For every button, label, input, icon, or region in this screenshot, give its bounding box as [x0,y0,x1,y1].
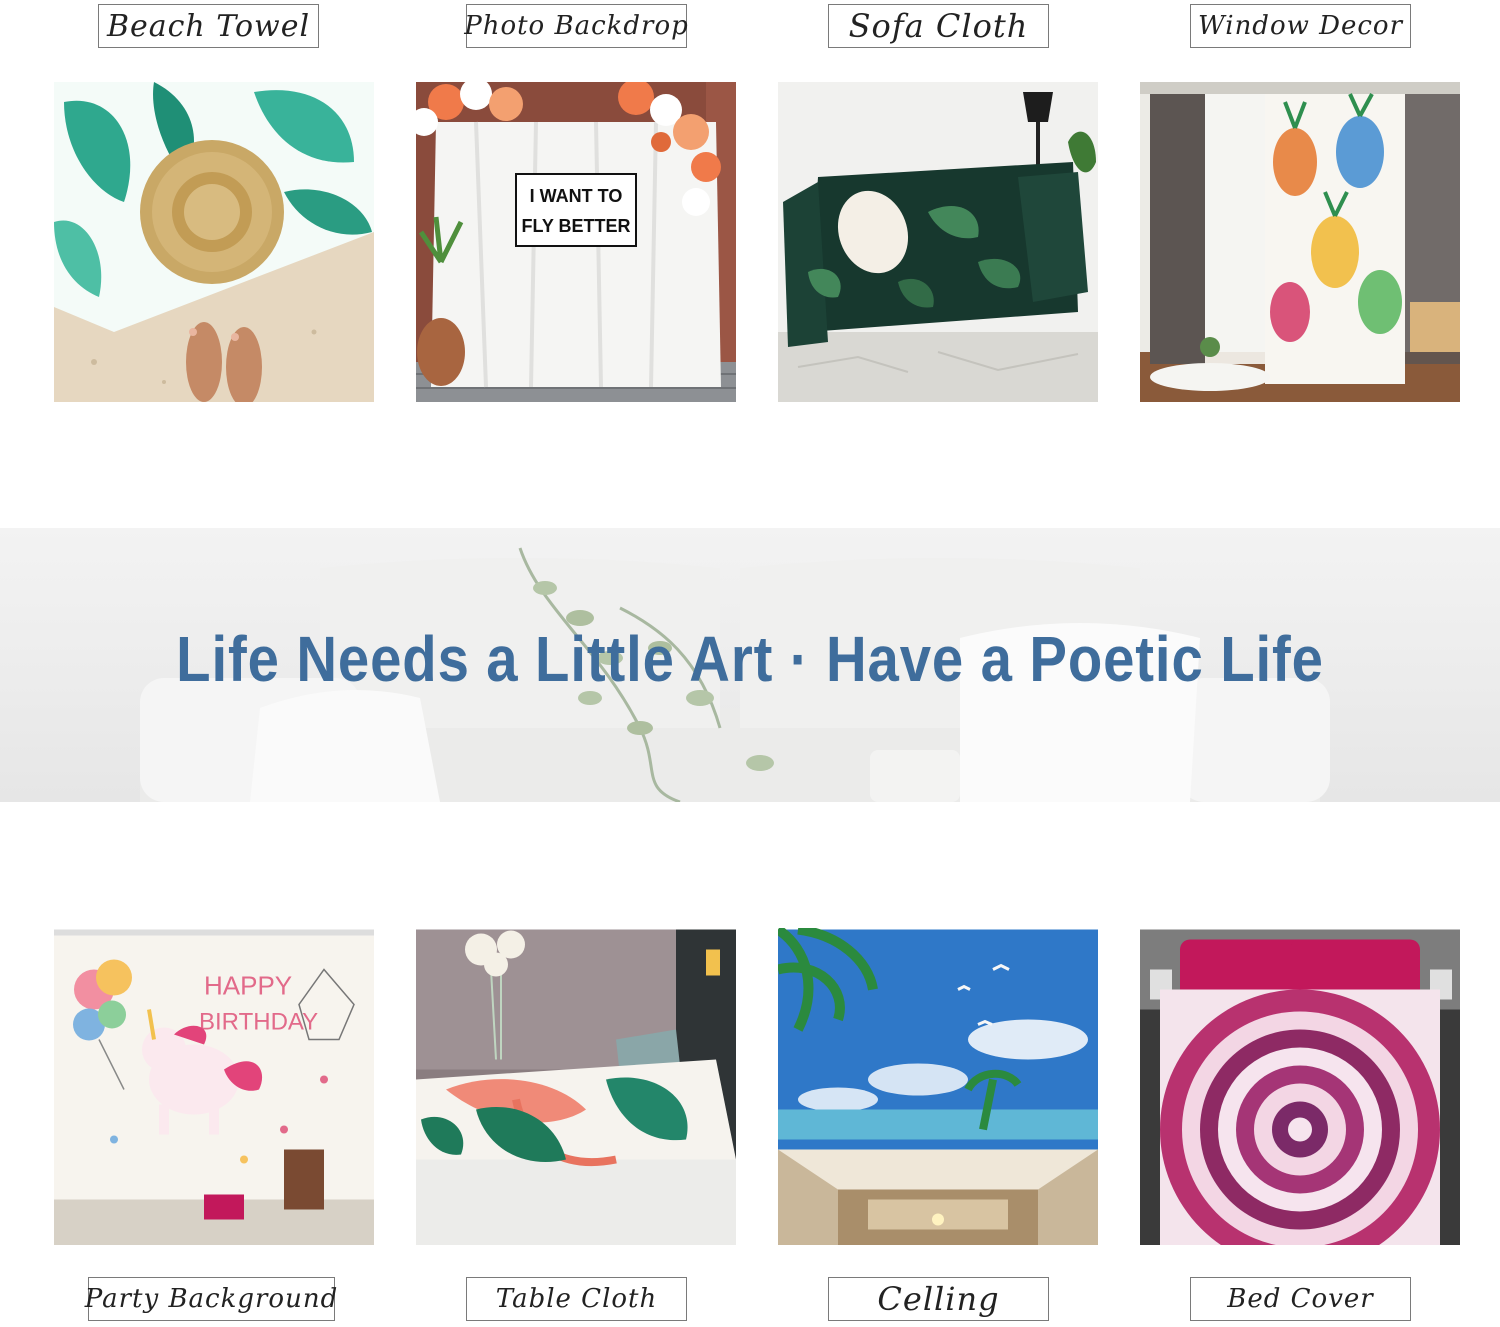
label-ceiling: Celling [828,1277,1049,1321]
label-sofa-cloth: Sofa Cloth [828,4,1049,48]
ceiling-photo [778,928,1098,1245]
table-cloth-photo [416,928,736,1245]
sign-line-1: I WANT TO [530,186,623,206]
label-bed-cover: Bed Cover [1190,1277,1411,1321]
photo-backdrop-photo: I WANT TO FLY BETTER [416,82,736,402]
art-line-1: HAPPY [204,971,292,1001]
label-window-decor: Window Decor [1190,4,1411,48]
label-beach-towel: Beach Towel [98,4,319,48]
bed-cover-photo [1140,928,1460,1245]
label-text: Celling [877,1280,1000,1318]
label-photo-backdrop: Photo Backdrop [464,4,689,48]
art-line-2: BIRTHDAY [199,1009,318,1036]
slogan-banner: Life Needs a Little Art · Have a Poetic … [0,528,1500,802]
slogan-text: Life Needs a Little Art · Have a Poetic … [176,623,1324,695]
label-text: Party Background [84,1284,339,1314]
label-text: Bed Cover [1227,1284,1374,1314]
sign-line-2: FLY BETTER [521,216,630,236]
label-text: Window Decor [1197,11,1404,41]
party-background-photo: HAPPY BIRTHDAY [54,928,374,1245]
label-text: Beach Towel [106,8,311,44]
label-text: Table Cloth [495,1284,658,1314]
label-text: Sofa Cloth [848,7,1029,45]
sofa-cloth-photo [778,82,1098,402]
label-party-background: Party Background [84,1277,339,1321]
label-table-cloth: Table Cloth [466,1277,687,1321]
beach-towel-photo [54,82,374,402]
window-decor-photo [1140,82,1460,402]
label-text: Photo Backdrop [464,11,689,41]
